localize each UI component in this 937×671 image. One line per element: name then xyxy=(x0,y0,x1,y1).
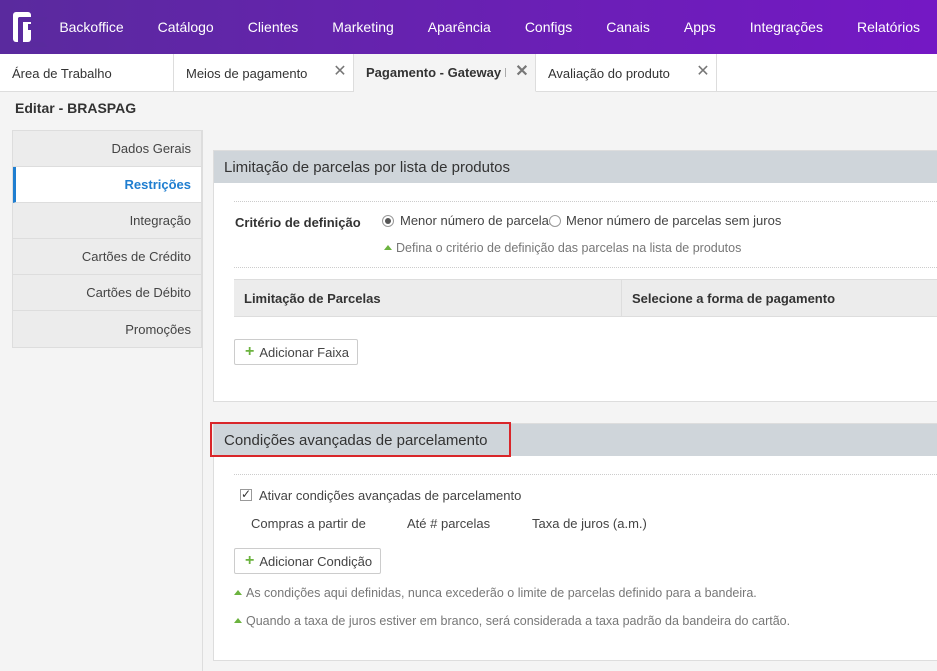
tab-label: Área de Trabalho xyxy=(12,65,112,81)
sidebar-item-cartoes-debito[interactable]: Cartões de Débito xyxy=(13,275,201,311)
limit-table-header: Limitação de Parcelas Selecione a forma … xyxy=(234,279,937,317)
column-header: Limitação de Parcelas xyxy=(234,280,622,316)
nav-aparencia[interactable]: Aparência xyxy=(411,19,508,35)
sidebar-item-dados-gerais[interactable]: Dados Gerais xyxy=(13,131,201,167)
add-condicao-label: Adicionar Condição xyxy=(259,553,373,569)
plus-icon: + xyxy=(245,343,255,360)
column-parcelas: Até # parcelas xyxy=(407,516,491,531)
close-icon[interactable]: ✕ xyxy=(696,63,710,81)
nav-backoffice[interactable]: Backoffice xyxy=(59,19,140,35)
add-faixa-button[interactable]: + Adicionar Faixa xyxy=(234,339,358,365)
advanced-conditions-checkbox[interactable] xyxy=(240,487,252,501)
top-navbar: Backoffice Catálogo Clientes Marketing A… xyxy=(0,0,937,54)
sidebar-item-promocoes[interactable]: Promoções xyxy=(13,311,201,347)
advanced-hint-2-text: Quando a taxa de juros estiver em branco… xyxy=(246,614,791,628)
tab-label: Avaliação do produto xyxy=(548,65,670,81)
app-logo-icon[interactable] xyxy=(13,12,49,47)
divider xyxy=(234,201,937,202)
tab-label: Pagamento - Gateway Br xyxy=(366,65,506,80)
nav-configs[interactable]: Configs xyxy=(508,19,589,35)
radio-menor-sem-juros[interactable] xyxy=(549,215,561,227)
sidebar-item-restricoes[interactable]: Restrições xyxy=(13,167,201,203)
sidebar-item-label: Cartões de Crédito xyxy=(81,249,191,264)
advanced-panel: Condições avançadas de parcelamento Ativ… xyxy=(213,423,937,661)
nav-integracoes[interactable]: Integrações xyxy=(733,19,840,35)
nav-relatorios[interactable]: Relatórios xyxy=(840,19,937,35)
advanced-panel-title: Condições avançadas de parcelamento xyxy=(214,424,937,456)
tab-meios-de-pagamento[interactable]: Meios de pagamento ✕ xyxy=(174,54,354,92)
sidebar-item-label: Cartões de Débito xyxy=(86,285,191,300)
tab-area-de-trabalho[interactable]: Área de Trabalho xyxy=(0,54,174,92)
column-taxa: Taxa de juros (a.m.) xyxy=(532,516,647,531)
radio-menor-numero-label[interactable]: Menor número de parcelas xyxy=(400,213,555,228)
column-compras: Compras a partir de xyxy=(251,516,366,531)
criteria-hint: Defina o critério de definição das parce… xyxy=(384,241,741,255)
hint-arrow-icon xyxy=(234,590,242,595)
column-header: Selecione a forma de pagamento xyxy=(632,290,836,306)
limit-panel-title: Limitação de parcelas por lista de produ… xyxy=(214,151,937,183)
hint-arrow-icon xyxy=(234,618,242,623)
sidebar-item-cartoes-credito[interactable]: Cartões de Crédito xyxy=(13,239,201,275)
sidebar-item-label: Restrições xyxy=(124,177,191,192)
sidebar-item-integracao[interactable]: Integração xyxy=(13,203,201,239)
advanced-hint-1: As condições aqui definidas, nunca exced… xyxy=(234,586,757,600)
tab-avaliacao-do-produto[interactable]: Avaliação do produto ✕ xyxy=(536,54,717,92)
radio-menor-sem-juros-label[interactable]: Menor número de parcelas sem juros xyxy=(566,213,781,228)
nav-catalogo[interactable]: Catálogo xyxy=(141,19,231,35)
close-icon[interactable]: ✕ xyxy=(515,63,529,81)
criteria-label: Critério de definição xyxy=(235,215,361,230)
nav-marketing[interactable]: Marketing xyxy=(315,19,410,35)
divider xyxy=(234,474,937,475)
limit-panel: Limitação de parcelas por lista de produ… xyxy=(213,150,937,402)
tab-pagamento-gateway[interactable]: Pagamento - Gateway Br ✕ xyxy=(354,54,536,92)
divider xyxy=(234,267,937,268)
close-icon[interactable]: ✕ xyxy=(333,63,347,81)
criteria-hint-text: Defina o critério de definição das parce… xyxy=(396,241,742,255)
advanced-hint-2: Quando a taxa de juros estiver em branco… xyxy=(234,614,790,628)
tab-label: Meios de pagamento xyxy=(186,65,308,81)
page-title: Editar - BRASPAG xyxy=(15,100,137,116)
sidebar-item-label: Promoções xyxy=(125,321,191,337)
add-condicao-button[interactable]: + Adicionar Condição xyxy=(234,548,382,574)
radio-menor-numero[interactable] xyxy=(382,215,394,227)
nav-clientes[interactable]: Clientes xyxy=(231,19,316,35)
nav-canais[interactable]: Canais xyxy=(589,19,667,35)
add-faixa-label: Adicionar Faixa xyxy=(259,344,349,360)
tab-bar: Área de Trabalho Meios de pagamento ✕ Pa… xyxy=(0,54,937,92)
sidebar-item-label: Dados Gerais xyxy=(111,141,191,156)
nav-apps[interactable]: Apps xyxy=(667,19,733,35)
sidebar: Dados Gerais Restrições Integração Cartõ… xyxy=(12,130,202,348)
sidebar-item-label: Integração xyxy=(129,213,191,228)
hint-arrow-icon xyxy=(384,245,392,250)
plus-icon: + xyxy=(245,552,255,569)
advanced-conditions-label[interactable]: Ativar condições avançadas de parcelamen… xyxy=(259,488,521,503)
advanced-hint-1-text: As condições aqui definidas, nunca exced… xyxy=(246,586,757,600)
